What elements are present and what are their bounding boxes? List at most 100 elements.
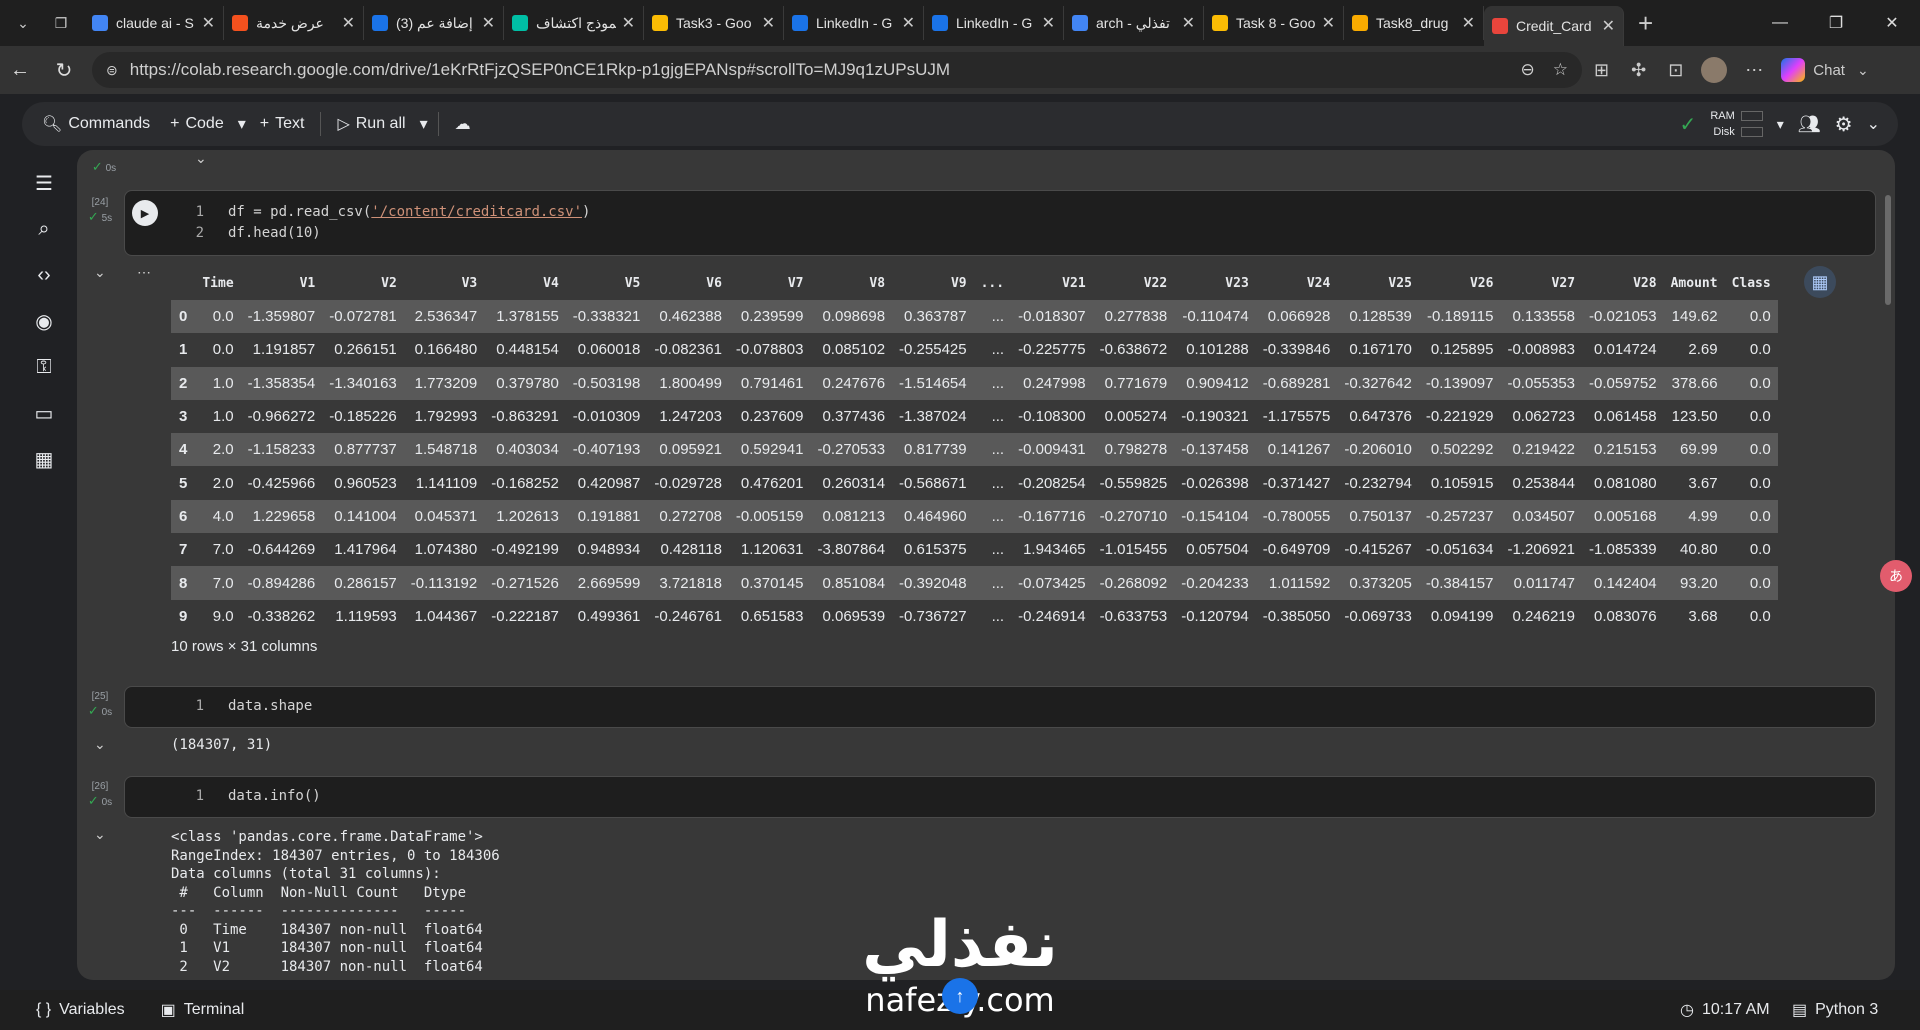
table-row: 5 2.0 -0.425966 0.960523 1.141109 -0.168252 0.… <box>171 466 1778 499</box>
table-of-contents-icon[interactable]: ☰ <box>24 160 64 206</box>
add-code-button[interactable]: + Code <box>160 106 234 142</box>
collapse-output-icon[interactable]: ⌄ <box>94 264 106 281</box>
minimize-icon[interactable]: — <box>1752 0 1808 46</box>
run-all-button[interactable]: ▷ Run all <box>327 106 415 142</box>
run-cell-button[interactable]: ▶ <box>132 200 158 226</box>
table-cell: 0.370145 <box>728 566 811 600</box>
collapse-output-icon[interactable]: ⌄ <box>94 826 106 843</box>
scrollbar[interactable] <box>1885 195 1891 305</box>
scroll-up-icon[interactable]: ↑ <box>942 978 978 1014</box>
table-cell: 0.191881 <box>565 499 648 534</box>
table-cell: -1.206921 <box>1507 541 1576 559</box>
url-field[interactable]: ⊜ https://colab.research.google.com/driv… <box>92 52 1582 88</box>
files-folder-icon[interactable]: ▭ <box>24 390 64 436</box>
runtime-dropdown-icon[interactable]: ▾ <box>1777 116 1784 133</box>
code-cell-26[interactable] <box>124 776 1876 818</box>
copilot-icon[interactable] <box>1781 58 1806 82</box>
close-tab-icon[interactable]: ✕ <box>342 13 355 33</box>
code-cell-24[interactable] <box>124 190 1876 256</box>
table-cell: 3.67 <box>1688 474 1718 492</box>
browser-tab[interactable]: Task 8 - Goo ✕ <box>1204 6 1344 40</box>
profile-avatar[interactable] <box>1701 57 1728 83</box>
close-tab-icon[interactable]: ✕ <box>1182 13 1195 33</box>
commands-button[interactable]: 🔍︎ Commands <box>32 106 160 142</box>
drive-save-icon[interactable]: ☁ <box>445 106 481 142</box>
browser-tab[interactable]: (3) إضافة عم ✕ <box>364 6 504 40</box>
tab-list-icon[interactable]: ⌄ <box>8 8 38 38</box>
collapse-output-icon[interactable]: ⌄ <box>94 736 106 753</box>
interactive-table-icon[interactable]: ▦ <box>1804 266 1836 298</box>
terminal-button[interactable]: ▣ Terminal <box>161 1000 245 1020</box>
column-header: V27 <box>1551 275 1576 291</box>
restore-icon[interactable]: ❐ <box>1808 0 1864 46</box>
table-cell: 0.877737 <box>322 433 404 467</box>
secrets-key-icon[interactable]: ⚿ <box>24 344 64 390</box>
code-dropdown-icon[interactable]: ▾ <box>234 106 250 142</box>
more-menu-icon[interactable]: ⋯ <box>1745 60 1763 81</box>
favorite-star-icon[interactable]: ☆ <box>1553 60 1568 80</box>
execution-time[interactable]: ◷ 10:17 AM <box>1680 1000 1770 1020</box>
table-cell: -0.059752 <box>1582 366 1664 400</box>
reload-icon[interactable]: ↻ <box>44 58 84 83</box>
table-cell: -0.633753 <box>1099 607 1168 625</box>
kernel-status[interactable]: ▤ Python 3 <box>1792 1000 1878 1020</box>
browser-tab[interactable]: LinkedIn - G ✕ <box>924 6 1064 40</box>
code-cell-25[interactable] <box>124 686 1876 728</box>
back-icon[interactable]: ← <box>0 59 40 82</box>
close-tab-icon[interactable]: ✕ <box>482 13 495 33</box>
browser-tab[interactable]: نموذج اكتشاف ✕ <box>504 6 644 40</box>
browser-tab[interactable]: Task3 - Goo ✕ <box>644 6 784 40</box>
puzzle-icon[interactable]: ✣ <box>1631 60 1646 81</box>
variable-inspector-icon[interactable]: ◉ <box>24 298 64 344</box>
browser-tab[interactable]: Task8_drug ✕ <box>1344 6 1484 40</box>
table-cell: 0.062723 <box>1512 408 1576 426</box>
table-cell: 0.247676 <box>810 366 893 400</box>
collapse-output-icon[interactable]: ⌄ <box>195 150 207 167</box>
row-index: 9 <box>179 607 188 625</box>
browser-tab[interactable]: arch - تفذلي ✕ <box>1064 6 1204 40</box>
column-header: V22 <box>1143 275 1168 291</box>
code-string[interactable]: '/content/creditcard.csv' <box>371 204 582 220</box>
close-window-icon[interactable]: ✕ <box>1864 0 1920 46</box>
table-cell: 0.133558 <box>1500 300 1583 334</box>
table-cell: -0.010309 <box>572 408 641 426</box>
share-people-icon[interactable]: 👥︎ <box>1798 114 1821 135</box>
table-cell: 0.0 <box>1749 408 1771 426</box>
browser-tab[interactable]: claude ai - S ✕ <box>84 6 224 40</box>
table-cell: -0.008983 <box>1507 341 1576 359</box>
chevron-down-icon[interactable]: ⌄ <box>1857 62 1869 79</box>
close-tab-icon[interactable]: ✕ <box>202 13 215 33</box>
variables-button[interactable]: { } Variables <box>36 1001 125 1019</box>
close-tab-icon[interactable]: ✕ <box>902 13 915 33</box>
browser-tab-bar: ⌄ ❐ claude ai - S ✕ عرض خدمة ✕ (3) إضافة عم ✕… <box>0 0 1920 46</box>
translate-icon[interactable]: あ <box>1880 560 1912 592</box>
new-tab-button[interactable]: + <box>1638 8 1653 39</box>
close-tab-icon[interactable]: ✕ <box>1322 13 1335 33</box>
zoom-icon[interactable]: ⊖ <box>1521 60 1535 80</box>
table-cell: 2.0 <box>195 433 241 467</box>
site-info-icon[interactable]: ⊜ <box>106 62 118 79</box>
code-snippets-icon[interactable]: ‹› <box>24 252 64 298</box>
extension-icon[interactable]: ⊞ <box>1594 60 1609 81</box>
chat-button[interactable]: Chat <box>1813 62 1845 79</box>
settings-gear-icon[interactable]: ⚙ <box>1835 112 1853 137</box>
browser-tab[interactable]: Credit_Card ✕ <box>1484 6 1624 46</box>
workspaces-icon[interactable]: ❐ <box>46 8 76 38</box>
output-actions-icon[interactable]: ⋯ <box>137 264 151 281</box>
resource-monitor[interactable]: RAM Disk <box>1710 108 1763 140</box>
add-text-button[interactable]: + Text <box>250 106 315 142</box>
browser-tab[interactable]: LinkedIn - G ✕ <box>784 6 924 40</box>
close-tab-icon[interactable]: ✕ <box>622 13 635 33</box>
table-cell: -0.232794 <box>1344 474 1412 492</box>
close-tab-icon[interactable]: ✕ <box>762 13 775 33</box>
run-dropdown-icon[interactable]: ▾ <box>416 106 432 142</box>
close-tab-icon[interactable]: ✕ <box>1042 13 1055 33</box>
close-tab-icon[interactable]: ✕ <box>1602 16 1615 36</box>
browser-tab[interactable]: عرض خدمة ✕ <box>224 6 364 40</box>
screenshot-icon[interactable]: ⊡ <box>1668 60 1683 81</box>
table-cell: 1.773209 <box>403 366 485 400</box>
collapse-header-icon[interactable]: ⌄ <box>1867 114 1880 134</box>
data-table-icon[interactable]: ▦ <box>24 436 64 482</box>
close-tab-icon[interactable]: ✕ <box>1462 13 1475 33</box>
find-replace-icon[interactable]: ⌕ <box>24 206 64 252</box>
